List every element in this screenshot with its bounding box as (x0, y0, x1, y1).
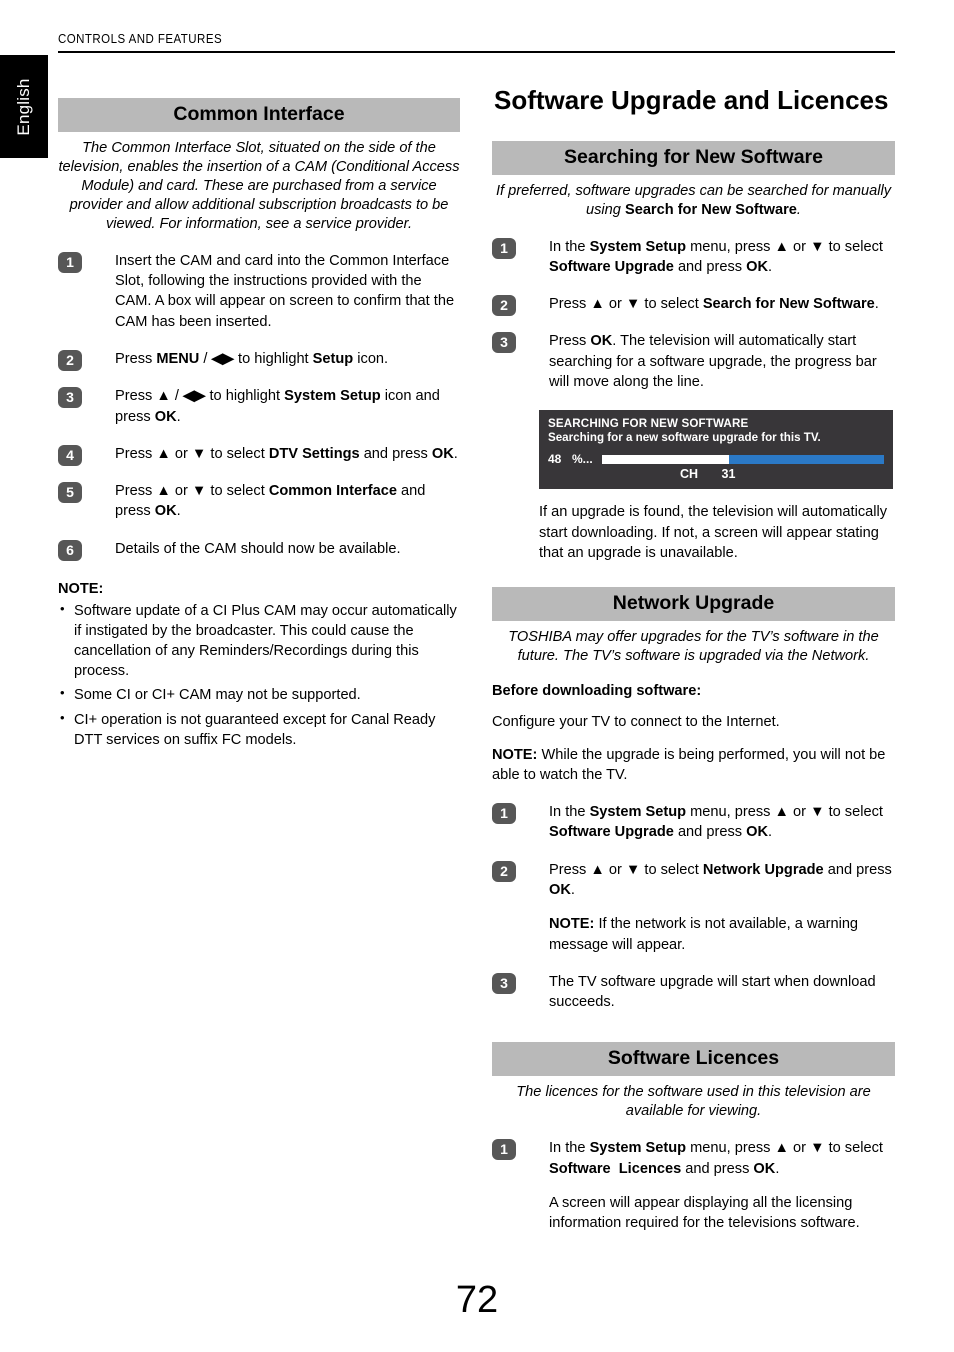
software-licences-steps: 1 In the System Setup menu, press ▲ or ▼ … (492, 1138, 895, 1233)
step-text: Details of the CAM should now be availab… (115, 540, 401, 557)
osd-progress-bar (602, 454, 884, 464)
running-head: CONTROLS AND FEATURES (58, 32, 223, 46)
step-number-badge: 2 (58, 350, 82, 372)
step: 3 The TV software upgrade will start when… (492, 972, 895, 1013)
step-text: Press ▲ or ▼ to select Search for New So… (549, 296, 879, 313)
note-item: Some CI or CI+ CAM may not be supported. (58, 684, 460, 705)
section-network-upgrade: Network Upgrade TOSHIBA may offer upgrad… (492, 586, 895, 1013)
osd-percent-mark: %... (572, 452, 593, 467)
common-interface-steps: 1 Insert the CAM and card into the Common… (58, 251, 460, 561)
osd-channel-label: CH (680, 467, 699, 482)
step-number-badge: 3 (58, 387, 82, 409)
osd-channel-row: CH 31 (548, 467, 884, 481)
osd-progress-fill (602, 454, 729, 464)
step: 1 Insert the CAM and card into the Common… (58, 251, 460, 332)
step-extra-text: NOTE: If the network is not available, a… (549, 916, 859, 953)
tv-osd-mockup: SEARCHING FOR NEW SOFTWARE Searching for… (539, 410, 893, 490)
searching-after-osd-text: If an upgrade is found, the television w… (539, 504, 888, 561)
step: 2 Press ▲ or ▼ to select Search for New S… (492, 294, 895, 317)
section-heading-software-licences: Software Licences (492, 1042, 895, 1077)
step-text: Press ▲ or ▼ to select Network Upgrade a… (549, 861, 892, 898)
manual-page: CONTROLS AND FEATURES English Common Int… (0, 0, 954, 1352)
step: 2 Press ▲ or ▼ to select Network Upgrade … (492, 860, 895, 955)
before-downloading-text: Configure your TV to connect to the Inte… (492, 713, 780, 730)
language-tab: English (0, 55, 48, 158)
section-heading-network-upgrade: Network Upgrade (492, 586, 895, 621)
left-column: Common Interface The Common Interface Sl… (58, 98, 460, 750)
step: 1 In the System Setup menu, press ▲ or ▼ … (492, 802, 895, 843)
header-rule (58, 51, 895, 53)
step-number-badge: 6 (58, 539, 82, 561)
step-text: In the System Setup menu, press ▲ or ▼ t… (549, 804, 883, 841)
step-number-badge: 3 (492, 332, 516, 354)
page-number: 72 (455, 1279, 499, 1321)
osd-percent-value: 48 (548, 452, 562, 467)
left-note-list: Software update of a CI Plus CAM may occ… (58, 600, 460, 750)
step-text: Press MENU / ◀▶ to highlight Setup icon. (115, 351, 389, 368)
common-interface-intro: The Common Interface Slot, situated on t… (58, 140, 460, 232)
step-number-badge: 1 (58, 251, 82, 273)
step: 3 Press OK. The television will automatic… (492, 331, 895, 392)
section-heading-common-interface: Common Interface (58, 98, 460, 133)
searching-intro: If preferred, software upgrades can be s… (495, 182, 892, 218)
osd-channel-number: 31 (721, 467, 736, 482)
language-tab-label: English (14, 77, 33, 136)
step-text: Press ▲ or ▼ to select Common Interface … (115, 483, 426, 520)
step-number-badge: 4 (58, 444, 82, 466)
step-text: In the System Setup menu, press ▲ or ▼ t… (549, 238, 883, 275)
network-upgrade-intro: TOSHIBA may offer upgrades for the TV’s … (508, 628, 879, 664)
software-licences-intro: The licences for the software used in th… (516, 1084, 871, 1120)
osd-subtitle: Searching for a new software upgrade for… (548, 430, 821, 444)
step: 4 Press ▲ or ▼ to select DTV Settings and… (58, 444, 460, 466)
section-heading-searching: Searching for New Software (492, 140, 895, 175)
step-text: Insert the CAM and card into the Common … (115, 252, 455, 330)
osd-progress-row: 48 %... (548, 452, 884, 466)
osd-title: SEARCHING FOR NEW SOFTWARE (548, 417, 749, 431)
network-upgrade-steps: 1 In the System Setup menu, press ▲ or ▼ … (492, 802, 895, 1012)
note-item: Software update of a CI Plus CAM may occ… (58, 600, 460, 682)
step-text: Press ▲ or ▼ to select DTV Settings and … (115, 445, 458, 462)
network-upgrade-note: NOTE: While the upgrade is being perform… (492, 746, 886, 784)
step-number-badge: 3 (492, 972, 516, 994)
step-number-badge: 2 (492, 860, 516, 882)
searching-steps: 1 In the System Setup menu, press ▲ or ▼ … (492, 237, 895, 393)
step-number-badge: 5 (58, 482, 82, 504)
step: 6 Details of the CAM should now be availa… (58, 539, 460, 561)
step-text: Press ▲ / ◀▶ to highlight System Setup i… (115, 388, 440, 425)
step-text: In the System Setup menu, press ▲ or ▼ t… (549, 1140, 883, 1177)
section-searching-for-new-software: Searching for New Software If preferred,… (492, 140, 895, 563)
step-text: Press OK. The television will automatica… (549, 333, 877, 390)
step: 1 In the System Setup menu, press ▲ or ▼ … (492, 1138, 895, 1233)
step: 3 Press ▲ / ◀▶ to highlight System Setup … (58, 386, 460, 427)
step: 2 Press MENU / ◀▶ to highlight Setup icon… (58, 349, 460, 372)
step-number-badge: 1 (492, 803, 516, 825)
left-note-heading: NOTE: (58, 580, 104, 597)
step-number-badge: 2 (492, 295, 516, 317)
step-extra-text: A screen will appear displaying all the … (549, 1194, 860, 1232)
section-software-licences: Software Licences The licences for the s… (492, 1042, 895, 1233)
step: 5 Press ▲ or ▼ to select Common Interface… (58, 481, 460, 522)
before-downloading-heading: Before downloading software: (492, 682, 702, 699)
step-number-badge: 1 (492, 1139, 516, 1161)
step: 1 In the System Setup menu, press ▲ or ▼ … (492, 237, 895, 278)
page-title: Software Upgrade and Licences (494, 85, 889, 115)
step-text: The TV software upgrade will start when … (549, 973, 876, 1011)
right-column: Software Upgrade and Licences Searching … (492, 86, 895, 1234)
step-number-badge: 1 (492, 237, 516, 259)
note-item: CI+ operation is not guaranteed except f… (58, 709, 460, 750)
